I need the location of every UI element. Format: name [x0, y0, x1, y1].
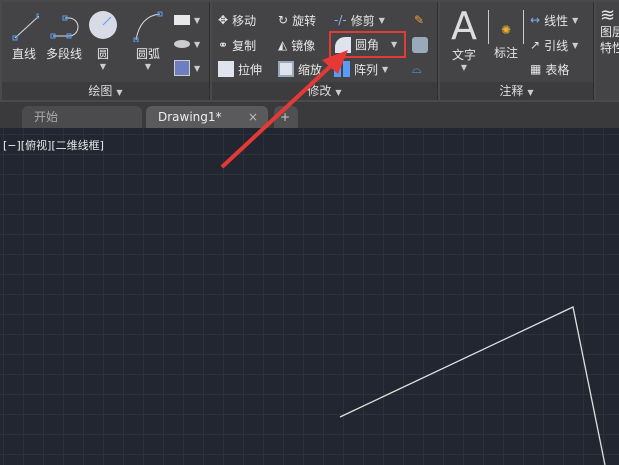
- array-icon: [334, 61, 350, 77]
- explode-button[interactable]: [412, 35, 428, 55]
- layer-properties-label: 图层特性: [600, 25, 619, 55]
- move-icon: ✥: [218, 13, 229, 27]
- rotate-button[interactable]: ↻ 旋转: [278, 10, 316, 30]
- circle-button[interactable]: 圆 ▼: [86, 8, 120, 71]
- annotation-panel: A 文字 ▼ ✺ 标注 ↔ 线性 ▼ ↗ 引线 ▼ ▦ 表格 注释 ▼: [440, 2, 594, 100]
- polyline-icon: [50, 15, 79, 39]
- table-icon: ▦: [530, 62, 542, 76]
- modify-panel: ✥ 移动 ↻ 旋转 -/- 修剪 ▼ ⚭ 复制 ◭ 镜像 圆角 ▼ 拉伸 缩放 阵列 ▼ ✎ ⌓…: [212, 2, 438, 100]
- plus-icon: +: [280, 110, 291, 124]
- ribbon: 直线 多段线 圆 ▼ 圆弧 ▼ ▼ ▼ ▼ 绘图 ▼ ✥ 移动 ↻ 旋转 -/- 修剪 ▼ ⚭…: [0, 0, 619, 102]
- rotate-label: 旋转: [292, 13, 317, 28]
- arc-label: 圆弧: [135, 47, 160, 61]
- text-button[interactable]: A 文字 ▼: [444, 6, 484, 72]
- tab-start-label: 开始: [34, 110, 59, 124]
- leader-button[interactable]: ↗ 引线 ▼: [530, 35, 578, 55]
- layers-icon: ≋: [600, 5, 616, 26]
- leader-label: 引线: [544, 38, 569, 53]
- trim-label: 修剪: [350, 13, 375, 28]
- modify-label: 修改: [307, 84, 332, 98]
- scale-icon: [278, 61, 294, 77]
- stretch-icon: [218, 61, 234, 77]
- tab-drawing1[interactable]: Drawing1* ×: [146, 106, 268, 128]
- table-button[interactable]: ▦ 表格: [530, 59, 569, 79]
- array-label: 阵列: [354, 62, 379, 77]
- hatch-icon: [174, 60, 190, 76]
- offset-button[interactable]: ⌓: [412, 59, 422, 79]
- line-button[interactable]: 直线: [6, 8, 42, 62]
- line-icon: [12, 13, 42, 41]
- rotate-icon: ↻: [278, 13, 289, 27]
- copy-button[interactable]: ⚭ 复制: [218, 35, 256, 55]
- hatch-button[interactable]: ▼: [174, 58, 200, 78]
- tab-start[interactable]: 开始: [22, 106, 142, 128]
- scale-button[interactable]: 缩放: [278, 59, 322, 79]
- explode-icon: [412, 37, 428, 53]
- arc-button[interactable]: 圆弧 ▼: [130, 8, 166, 71]
- linear-icon: ↔: [530, 13, 541, 27]
- line-label: 直线: [11, 47, 36, 61]
- trim-button[interactable]: -/- 修剪 ▼: [334, 10, 385, 30]
- text-label: 文字: [451, 48, 476, 62]
- trim-icon: -/-: [334, 13, 347, 27]
- layers-panel: ≋ 图层特性: [596, 2, 619, 100]
- layer-properties-button[interactable]: ≋ 图层特性: [600, 5, 619, 56]
- move-label: 移动: [232, 13, 257, 28]
- mirror-label: 镜像: [291, 38, 316, 53]
- text-icon: A: [451, 4, 477, 48]
- polyline-label: 多段线: [45, 47, 82, 61]
- copy-label: 复制: [232, 38, 257, 53]
- hatch-ellipse-button[interactable]: ▼: [174, 34, 200, 54]
- array-button[interactable]: 阵列 ▼: [334, 59, 388, 79]
- dimension-button[interactable]: ✺ 标注: [488, 10, 524, 61]
- polyline-button[interactable]: 多段线: [44, 8, 84, 62]
- stretch-button[interactable]: 拉伸: [218, 59, 262, 79]
- ellipse-icon: [174, 40, 190, 48]
- arc-icon: [133, 11, 163, 43]
- linear-button[interactable]: ↔ 线性 ▼: [530, 10, 578, 30]
- draw-label: 绘图: [88, 84, 113, 98]
- annotation-panel-label[interactable]: 注释 ▼: [440, 82, 593, 100]
- fillet-button[interactable]: 圆角 ▼: [329, 31, 406, 58]
- mirror-button[interactable]: ◭ 镜像: [278, 35, 315, 55]
- move-button[interactable]: ✥ 移动: [218, 10, 256, 30]
- annotation-label: 注释: [499, 84, 524, 98]
- dimension-label: 标注: [493, 46, 518, 60]
- erase-button[interactable]: ✎: [414, 10, 424, 30]
- document-tab-bar: 开始 Drawing1* × +: [0, 102, 619, 128]
- mirror-icon: ◭: [278, 38, 288, 52]
- modify-panel-label[interactable]: 修改 ▼: [212, 82, 437, 100]
- new-tab-button[interactable]: +: [274, 106, 298, 128]
- leader-icon: ↗: [530, 38, 541, 52]
- brush-icon: ✎: [414, 13, 425, 27]
- fillet-label: 圆角: [355, 38, 380, 52]
- draw-panel-label[interactable]: 绘图 ▼: [2, 82, 209, 100]
- rectangle-button[interactable]: ▼: [174, 10, 200, 30]
- linear-label: 线性: [544, 13, 569, 28]
- draw-panel: 直线 多段线 圆 ▼ 圆弧 ▼ ▼ ▼ ▼ 绘图 ▼: [2, 2, 210, 100]
- circle-icon: [89, 11, 117, 39]
- rectangle-icon: [174, 15, 190, 25]
- close-tab-icon[interactable]: ×: [248, 106, 258, 128]
- copy-icon: ⚭: [218, 38, 229, 52]
- stretch-label: 拉伸: [238, 62, 263, 77]
- tab-drawing1-label: Drawing1*: [158, 110, 222, 124]
- viewport-controls[interactable]: [−][俯视][二维线框]: [3, 137, 104, 153]
- table-label: 表格: [545, 62, 570, 77]
- circle-label: 圆: [96, 47, 109, 61]
- drawing-canvas[interactable]: [0, 128, 619, 465]
- fillet-icon: [335, 36, 351, 53]
- scale-label: 缩放: [298, 62, 323, 77]
- offset-icon: ⌓: [412, 61, 422, 76]
- dimension-icon: ✺: [488, 10, 524, 44]
